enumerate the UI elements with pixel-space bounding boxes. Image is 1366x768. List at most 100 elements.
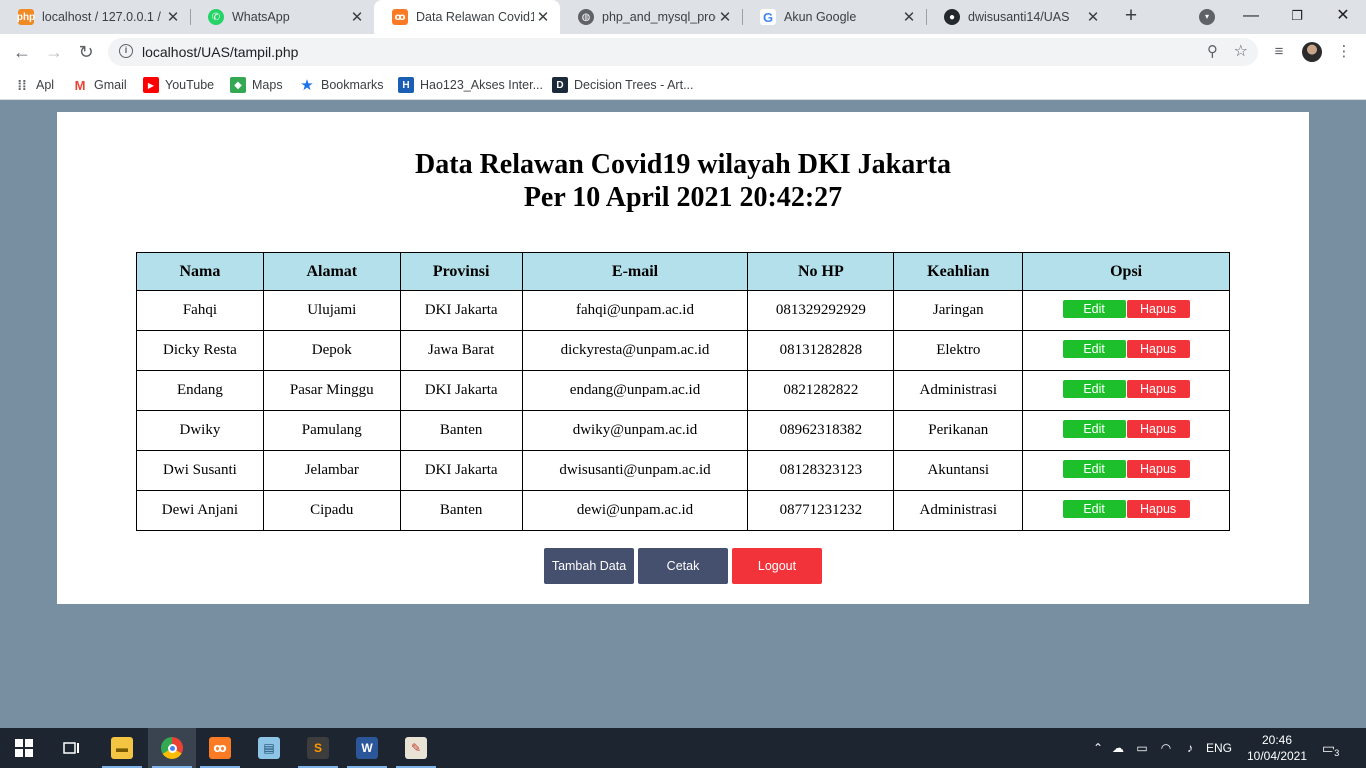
bookmark-gmail[interactable]: M Gmail: [72, 76, 127, 94]
hapus-button[interactable]: Hapus: [1126, 459, 1190, 478]
xampp-icon[interactable]: ꝏ: [196, 728, 244, 768]
reload-icon[interactable]: ↻: [74, 40, 98, 64]
edit-button[interactable]: Edit: [1062, 379, 1126, 398]
logout-button[interactable]: Logout: [732, 548, 822, 584]
decision-trees-icon: D: [552, 77, 568, 93]
cell-provinsi: DKI Jakarta: [399, 290, 523, 331]
edit-button[interactable]: Edit: [1062, 339, 1126, 358]
maps-icon: ◆: [230, 77, 246, 93]
bookmark-bookmarks[interactable]: ★ Bookmarks: [299, 76, 384, 94]
content-panel: Data Relawan Covid19 wilayah DKI Jakarta…: [57, 112, 1309, 604]
windows-start-icon[interactable]: [0, 728, 48, 768]
paint-icon[interactable]: ✎: [392, 728, 440, 768]
tab-search-icon[interactable]: ▾: [1199, 9, 1215, 25]
bookmark-star-icon[interactable]: ☆: [1234, 41, 1248, 61]
chrome-icon[interactable]: [148, 728, 196, 768]
onedrive-icon[interactable]: ☁: [1106, 741, 1130, 755]
cell-alamat: Pasar Minggu: [262, 370, 401, 411]
volume-icon[interactable]: ♪: [1178, 741, 1202, 755]
tab-akun-google[interactable]: G Akun Google ✕: [742, 0, 926, 34]
restore-icon[interactable]: ❐: [1287, 4, 1307, 28]
cell-email: dickyresta@unpam.ac.id: [521, 330, 749, 371]
cell-email: dwiky@unpam.ac.id: [521, 410, 749, 451]
cell-email: dwisusanti@unpam.ac.id: [521, 450, 749, 491]
table-row: Dicky Resta Depok Jawa Barat dickyresta@…: [136, 330, 1230, 371]
close-icon[interactable]: ✕: [348, 8, 366, 26]
bookmark-apps[interactable]: ⁞⁞ Apl: [14, 76, 54, 94]
cell-nama: Fahqi: [136, 290, 264, 331]
edit-button[interactable]: Edit: [1062, 459, 1126, 478]
cell-nama: Dicky Resta: [136, 330, 264, 371]
cell-opsi: Edit Hapus: [1022, 410, 1230, 451]
youtube-icon: ▶: [143, 77, 159, 93]
reading-list-icon[interactable]: ≡: [1269, 42, 1289, 62]
new-tab-icon[interactable]: +: [1119, 4, 1143, 28]
task-view-icon[interactable]: [48, 728, 96, 768]
site-info-icon[interactable]: i: [119, 44, 133, 58]
wifi-icon[interactable]: ◠: [1154, 741, 1178, 755]
tab-whatsapp[interactable]: ✆ WhatsApp ✕: [190, 0, 374, 34]
tab-title: php_and_mysql_progr: [602, 10, 716, 24]
close-icon[interactable]: ✕: [900, 8, 918, 26]
notepad-icon[interactable]: ▤: [245, 728, 293, 768]
tab-data-relawan[interactable]: ꝏ Data Relawan Covid19 ✕: [374, 0, 560, 34]
language-indicator[interactable]: ENG: [1202, 741, 1236, 755]
menu-kebab-icon[interactable]: ⋮: [1334, 42, 1354, 62]
cell-keahlian: Administrasi: [893, 490, 1024, 531]
phpmyadmin-icon: php: [17, 9, 35, 25]
tab-github[interactable]: ● dwisusanti14/UAS ✕: [926, 0, 1110, 34]
hao123-icon: H: [398, 77, 414, 93]
profile-avatar[interactable]: [1302, 42, 1322, 62]
close-icon[interactable]: ✕: [1084, 8, 1102, 26]
chevron-up-icon[interactable]: ⌃: [1090, 741, 1106, 755]
bookmark-decision-trees[interactable]: D Decision Trees - Art...: [552, 76, 693, 94]
bookmark-label: YouTube: [165, 78, 215, 92]
minimize-icon[interactable]: —: [1241, 4, 1261, 28]
edit-button[interactable]: Edit: [1062, 419, 1126, 438]
hapus-button[interactable]: Hapus: [1126, 379, 1190, 398]
tambah-data-button[interactable]: Tambah Data: [544, 548, 634, 584]
url-text[interactable]: localhost/UAS/tampil.php: [142, 44, 298, 60]
battery-icon[interactable]: ▭: [1130, 741, 1154, 755]
google-icon: G: [760, 9, 776, 25]
bookmark-label: Bookmarks: [321, 78, 384, 92]
taskbar-clock[interactable]: 20:46 10/04/2021: [1238, 732, 1316, 764]
apps-grid-icon: ⁞⁞: [17, 77, 27, 93]
cell-nama: Dwiky: [136, 410, 264, 451]
word-icon[interactable]: W: [343, 728, 391, 768]
hapus-button[interactable]: Hapus: [1126, 419, 1190, 438]
edit-button[interactable]: Edit: [1062, 299, 1126, 318]
notification-center-icon[interactable]: ▭ 3: [1322, 728, 1342, 768]
tab-php-mysql[interactable]: ◍ php_and_mysql_progr ✕: [560, 0, 742, 34]
cell-provinsi: DKI Jakarta: [399, 370, 523, 411]
cell-provinsi: DKI Jakarta: [399, 450, 523, 491]
page-title: Data Relawan Covid19 wilayah DKI Jakarta…: [57, 148, 1309, 214]
bookmark-hao123[interactable]: H Hao123_Akses Inter...: [398, 76, 543, 94]
address-bar[interactable]: i localhost/UAS/tampil.php ⚲ ☆: [108, 38, 1258, 66]
cetak-button[interactable]: Cetak: [638, 548, 728, 584]
bookmark-maps[interactable]: ◆ Maps: [230, 76, 283, 94]
cell-provinsi: Banten: [399, 490, 523, 531]
tab-phpmyadmin[interactable]: php localhost / 127.0.0.1 / ✕: [0, 0, 190, 34]
back-arrow-icon[interactable]: ←: [10, 40, 34, 64]
hapus-button[interactable]: Hapus: [1126, 339, 1190, 358]
edit-button[interactable]: Edit: [1062, 499, 1126, 518]
cell-opsi: Edit Hapus: [1022, 330, 1230, 371]
bookmarks-bar: ⁞⁞ Apl M Gmail ▶ YouTube ◆ Maps ★ Bookma…: [0, 70, 1366, 100]
page-title-line-2: Per 10 April 2021 20:42:27: [523, 182, 843, 213]
bookmark-youtube[interactable]: ▶ YouTube: [143, 76, 214, 94]
forward-arrow-icon[interactable]: →: [42, 40, 66, 64]
cell-keahlian: Perikanan: [893, 410, 1024, 451]
cell-nama: Dwi Susanti: [136, 450, 264, 491]
sublime-text-icon[interactable]: S: [294, 728, 342, 768]
close-icon[interactable]: ✕: [716, 8, 734, 26]
file-explorer-icon[interactable]: ▬: [98, 728, 146, 768]
zoom-icon[interactable]: ⚲: [1207, 42, 1218, 60]
close-icon[interactable]: ✕: [534, 8, 552, 26]
hapus-button[interactable]: Hapus: [1126, 499, 1190, 518]
close-icon[interactable]: ✕: [164, 8, 182, 26]
window-close-icon[interactable]: ✕: [1333, 4, 1353, 28]
hapus-button[interactable]: Hapus: [1126, 299, 1190, 318]
column-header-provinsi: Provinsi: [399, 252, 523, 291]
volunteer-table: Nama Alamat Provinsi E-mail No HP Keahli…: [136, 252, 1230, 531]
